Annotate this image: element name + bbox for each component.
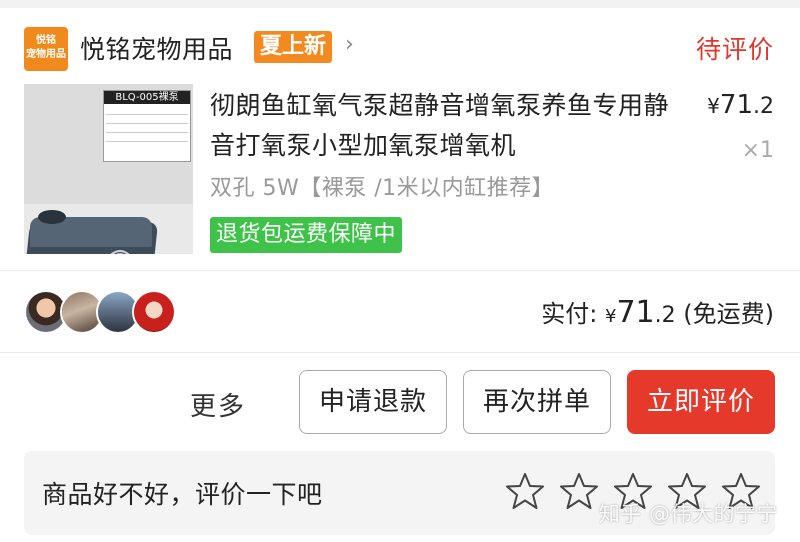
product-price-dec: .2	[753, 94, 774, 119]
review-now-button[interactable]: 立即评价	[627, 370, 775, 434]
avatar	[132, 290, 176, 334]
store-new-tag: 夏上新	[254, 31, 333, 63]
top-strip	[0, 0, 800, 8]
star-outline-icon[interactable]	[505, 471, 545, 511]
product-spec-card: BLQ-005裸泵	[103, 90, 191, 162]
shipping-note: (免运费)	[683, 300, 774, 328]
sound-waves-icon	[110, 250, 130, 254]
payment-symbol: ¥	[604, 306, 617, 327]
store-name[interactable]: 悦铭宠物用品	[80, 30, 233, 66]
order-status: 待评价	[695, 35, 774, 64]
divider	[0, 352, 800, 353]
air-pump-knob	[38, 210, 66, 224]
store-header[interactable]: 悦铭 宠物用品 悦铭宠物用品 夏上新 › 待评价	[0, 8, 800, 82]
rebuy-group-button[interactable]: 再次拼单	[463, 370, 611, 434]
watermark: 知乎 @伟大的宁宁	[598, 502, 778, 526]
store-logo-text-2: 宠物用品	[26, 49, 66, 60]
payment-amount-int: 71	[616, 295, 655, 330]
product-quantity: ×1	[741, 138, 774, 163]
product-price-symbol: ¥	[707, 94, 720, 118]
product-spec-table	[104, 104, 190, 153]
request-refund-button[interactable]: 申请退款	[299, 370, 447, 434]
payment-label: 实付:	[541, 300, 598, 328]
return-shipping-badge: 退货包运费保障中	[210, 217, 403, 253]
product-title[interactable]: 彻朗鱼缸氧气泵超静音增氧泵养鱼专用静音打氧泵小型加氧泵增氧机	[210, 86, 680, 166]
product-price: ¥71.2	[707, 90, 774, 120]
more-button[interactable]: 更多	[190, 386, 246, 423]
payment-total: 实付: ¥71.2 (免运费)	[541, 294, 774, 330]
product-spec-title: BLQ-005裸泵	[104, 91, 190, 104]
product-sku: 双孔 5W【裸泵 /1米以内缸推荐】	[210, 176, 555, 201]
star-outline-icon[interactable]	[559, 471, 599, 511]
store-logo-text-1: 悦铭	[36, 35, 56, 46]
product-price-int: 71	[719, 90, 753, 120]
review-prompt-text: 商品好不好，评价一下吧	[42, 480, 323, 509]
product-image[interactable]: BLQ-005裸泵	[24, 84, 193, 254]
chevron-right-icon[interactable]: ›	[345, 32, 354, 57]
payment-amount-dec: .2	[654, 303, 676, 328]
store-logo[interactable]: 悦铭 宠物用品	[24, 27, 68, 71]
divider	[0, 270, 800, 271]
